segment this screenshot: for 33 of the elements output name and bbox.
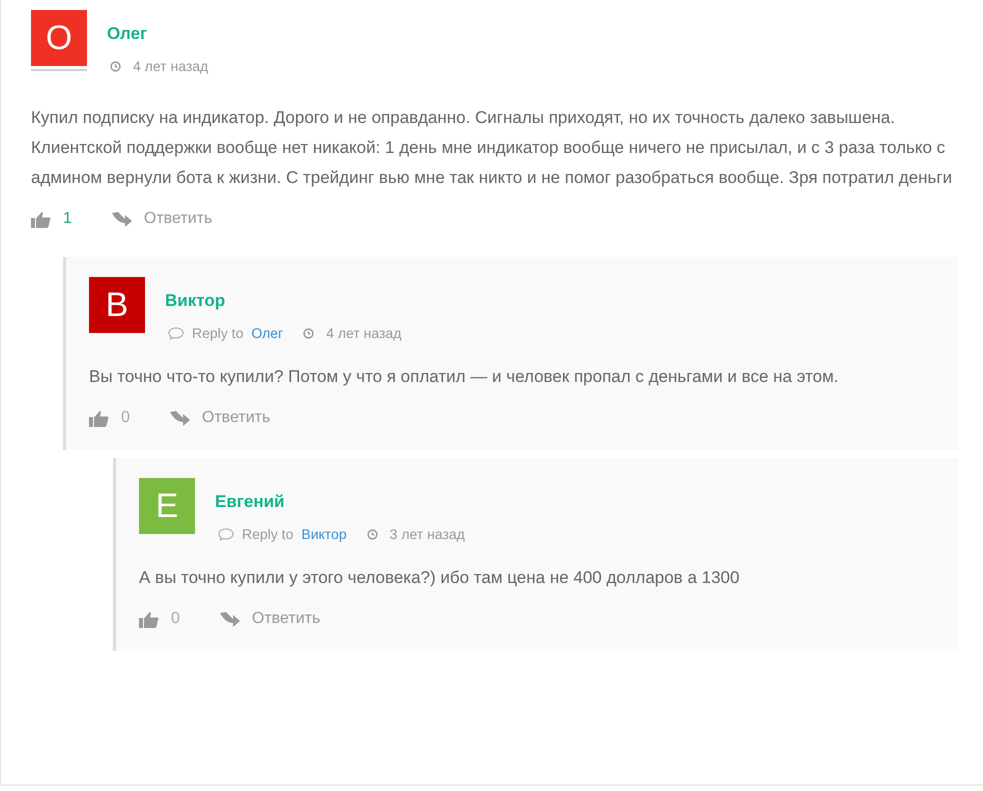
comment-time: 3 лет назад — [390, 525, 465, 544]
clock-icon — [110, 61, 121, 72]
clock-icon — [366, 529, 378, 540]
thumbs-up-icon — [31, 210, 51, 228]
author-name: Евгений — [215, 492, 286, 512]
reply-arrow-icon — [170, 410, 190, 426]
comment-text: А вы точно купили у этого человека?) ибо там цена не 400 долларов а 1300 — [139, 567, 740, 589]
comment-time: 4 лет назад — [133, 57, 208, 76]
thumbs-up-icon — [139, 610, 159, 628]
like-count: 1 — [63, 209, 72, 229]
comment-text: Вы точно что-то купили? Потом у что я оплатил — и человек пропал с деньгами и все на этом. — [89, 366, 840, 388]
avatar: Е — [139, 478, 195, 534]
reply-arrow-icon — [112, 210, 132, 228]
reply-to-link[interactable]: Виктор — [301, 524, 347, 545]
author-name: Виктор — [165, 291, 226, 311]
author-name: Олег — [107, 24, 148, 44]
clock-icon — [303, 328, 314, 339]
reply-button[interactable]: Ответить — [112, 207, 212, 231]
speech-bubble-icon — [218, 528, 234, 541]
reply-button[interactable]: Ответить — [170, 406, 270, 430]
like-count: 0 — [171, 609, 180, 629]
like-count: 0 — [121, 408, 130, 428]
reply-to-label: Reply to — [192, 324, 244, 343]
reply-to-label: Reply to — [242, 525, 294, 544]
avatar: В — [89, 277, 145, 333]
avatar: О — [31, 10, 87, 66]
reply-arrow-icon — [220, 610, 240, 628]
speech-bubble-icon — [168, 327, 184, 340]
reply-button[interactable]: Ответить — [220, 607, 320, 631]
reply-to-link[interactable]: Олег — [251, 323, 284, 344]
comment-time: 4 лет назад — [326, 324, 402, 343]
thumbs-up-icon — [89, 410, 109, 426]
comment-text: Купил подписку на индикатор. Дорого и не оправданно. Сигналы приходят, но их точность далеко завышена. Клиентской поддержки вообще нет никакой: 1 день мне индикатор вообще ничего не присылал, и с 3 раза только с админом вернули бота к жизни. С трейдинг вью мне так никто и не помог разобраться вообще. Зря потратил деньги — [31, 107, 954, 189]
